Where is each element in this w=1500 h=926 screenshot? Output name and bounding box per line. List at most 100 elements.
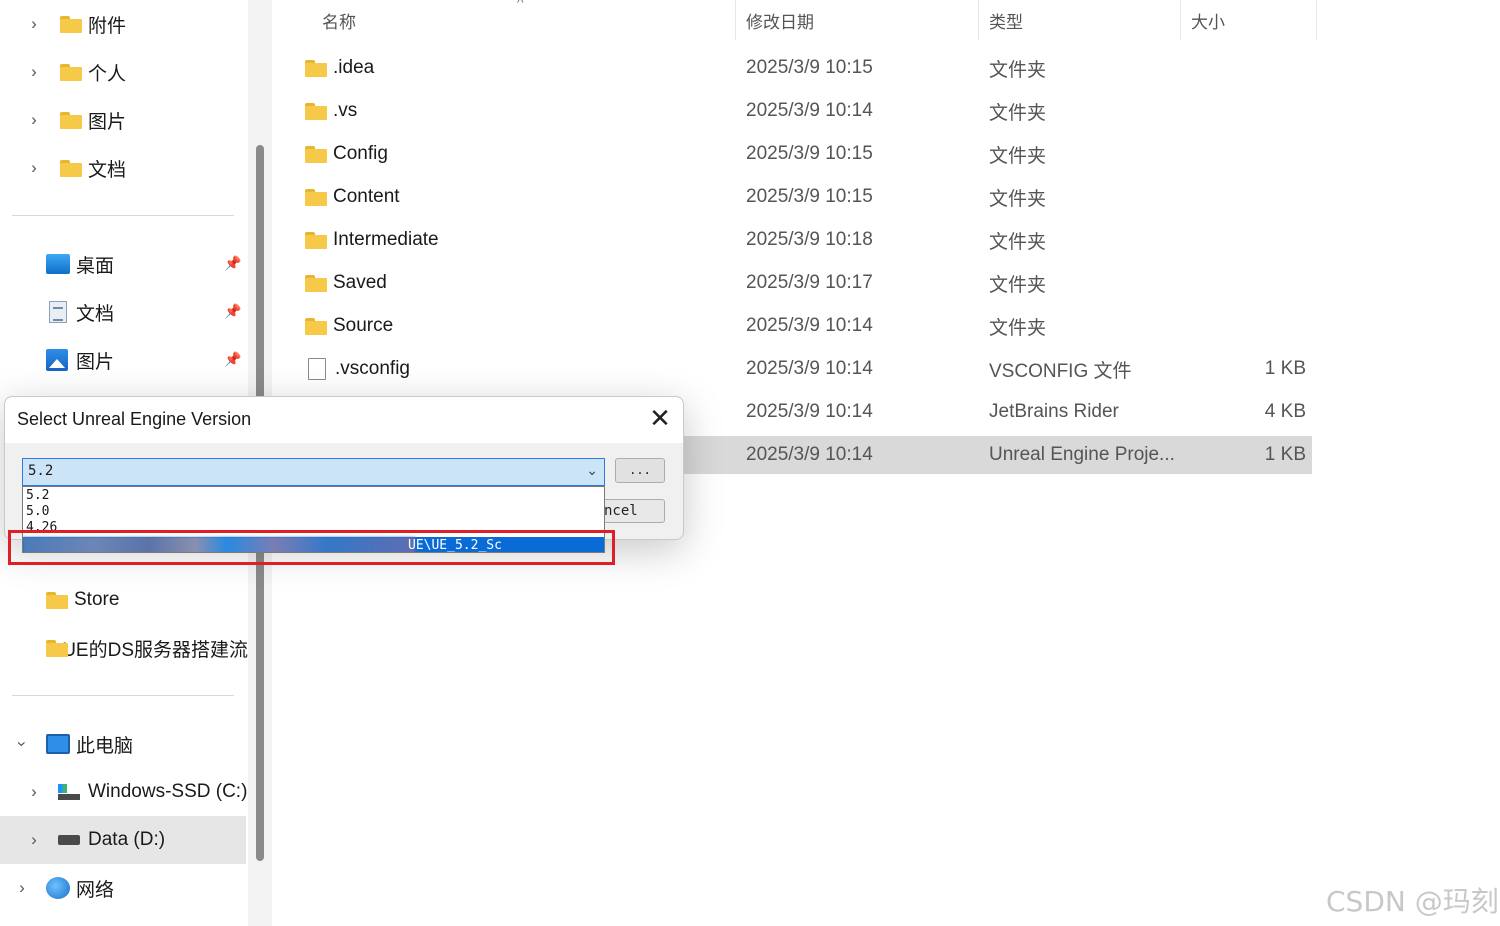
file-name-cell: Content <box>305 178 705 216</box>
dropdown-option[interactable]: 5.0 <box>26 504 49 519</box>
chevron-right-icon[interactable]: › <box>12 878 32 898</box>
cancel-button[interactable]: ncel <box>597 499 665 523</box>
file-date: 2025/3/9 10:14 <box>746 358 873 379</box>
nav-item-network[interactable]: › 网络 <box>8 868 248 908</box>
redacted-path-blur <box>23 537 415 552</box>
drive-icon <box>58 835 80 845</box>
chevron-right-icon[interactable]: › <box>24 158 44 178</box>
version-dropdown-list[interactable]: 5.2 5.0 4.26 UE\UE_5.2_Sc <box>22 486 605 553</box>
folder-icon <box>46 591 68 609</box>
file-type: VSCONFIG 文件 <box>989 360 1132 382</box>
column-divider[interactable] <box>1316 0 1317 40</box>
desktop-icon <box>46 254 70 274</box>
file-name: Intermediate <box>333 229 439 250</box>
dropdown-option[interactable]: 4.26 <box>26 520 57 535</box>
column-divider[interactable] <box>1180 0 1181 40</box>
chevron-right-icon[interactable]: › <box>24 62 44 82</box>
file-date: 2025/3/9 10:18 <box>746 229 873 250</box>
file-date: 2025/3/9 10:14 <box>746 100 873 121</box>
nav-item-label: 文档 <box>76 303 115 325</box>
file-row[interactable]: Config 2025/3/9 10:15 文件夹 <box>300 135 1312 173</box>
nav-item-label: Data (D:) <box>88 829 166 850</box>
column-header-date[interactable]: 修改日期 <box>746 0 814 40</box>
chevron-right-icon[interactable]: › <box>24 110 44 130</box>
file-date: 2025/3/9 10:14 <box>746 401 873 422</box>
file-name-cell: Saved <box>305 264 705 302</box>
nav-item-pictures[interactable]: 图片 <box>46 340 246 380</box>
nav-item-label: Windows-SSD (C:) <box>88 781 248 802</box>
file-type: 文件夹 <box>989 59 1047 81</box>
file-type: 文件夹 <box>989 102 1047 124</box>
column-divider[interactable] <box>978 0 979 40</box>
dropdown-option-selected[interactable]: UE\UE_5.2_Sc <box>23 537 604 552</box>
file-row[interactable]: Content 2025/3/9 10:15 文件夹 <box>300 178 1312 216</box>
pin-icon: 📌 <box>224 255 242 271</box>
file-type: Unreal Engine Proje... <box>989 444 1175 465</box>
nav-item-drive-c[interactable]: › Windows-SSD (C:) <box>20 772 248 812</box>
nav-item-documents-folder[interactable]: › 文档 <box>20 148 245 188</box>
file-row[interactable]: .idea 2025/3/9 10:15 文件夹 <box>300 49 1312 87</box>
file-row[interactable]: Saved 2025/3/9 10:17 文件夹 <box>300 264 1312 302</box>
browse-button[interactable]: ... <box>615 458 665 483</box>
nav-item-pictures-folder[interactable]: › 图片 <box>20 100 245 140</box>
combobox-value: 5.2 <box>28 463 54 479</box>
nav-item-label: 图片 <box>88 111 127 133</box>
folder-icon <box>46 639 69 657</box>
chevron-down-icon[interactable]: › <box>12 734 32 754</box>
pictures-icon <box>46 349 68 371</box>
file-size: 1 KB <box>1264 444 1306 465</box>
file-name-cell: Intermediate <box>305 221 705 259</box>
column-header-type[interactable]: 类型 <box>989 0 1023 40</box>
sort-ascending-icon: ^ <box>517 0 524 10</box>
file-row[interactable]: .vsconfig 2025/3/9 10:14 VSCONFIG 文件 1 KB <box>300 350 1312 388</box>
column-header-name[interactable]: 名称 <box>322 0 356 40</box>
chevron-right-icon[interactable]: › <box>24 830 44 850</box>
chevron-right-icon[interactable]: › <box>24 782 44 802</box>
file-date: 2025/3/9 10:15 <box>746 57 873 78</box>
folder-icon <box>305 145 327 163</box>
file-size <box>1200 264 1306 302</box>
file-date: 2025/3/9 10:15 <box>746 143 873 164</box>
chevron-right-icon[interactable]: › <box>24 14 44 34</box>
file-name: Saved <box>333 272 387 293</box>
nav-item-this-pc[interactable]: › 此电脑 <box>8 724 248 764</box>
nav-item-store[interactable]: Store <box>46 580 246 620</box>
nav-item-attachments[interactable]: › 附件 <box>20 4 245 44</box>
folder-icon <box>60 111 82 129</box>
folder-icon <box>305 231 327 249</box>
nav-item-label: 此电脑 <box>76 735 134 757</box>
file-name-cell: Source <box>305 307 705 345</box>
file-name-cell: .idea <box>305 49 705 87</box>
dialog-titlebar[interactable]: Select Unreal Engine Version ✕ <box>5 397 683 443</box>
watermark: CSDN @玛刻 <box>1326 885 1499 918</box>
file-row[interactable]: Intermediate 2025/3/9 10:18 文件夹 <box>300 221 1312 259</box>
file-row[interactable]: .vs 2025/3/9 10:14 文件夹 <box>300 92 1312 130</box>
file-date: 2025/3/9 10:14 <box>746 444 873 465</box>
nav-item-documents[interactable]: 文档 <box>46 292 246 332</box>
nav-item-personal[interactable]: › 个人 <box>20 52 245 92</box>
pin-icon: 📌 <box>224 351 242 367</box>
folder-icon <box>60 63 82 81</box>
column-divider[interactable] <box>735 0 736 40</box>
close-icon[interactable]: ✕ <box>647 405 673 432</box>
file-date: 2025/3/9 10:14 <box>746 315 873 336</box>
nav-item-drive-d[interactable]: › Data (D:) <box>0 816 246 864</box>
nav-item-desktop[interactable]: 桌面 <box>46 244 246 284</box>
folder-icon <box>60 15 82 33</box>
folder-icon <box>305 59 327 77</box>
file-date: 2025/3/9 10:17 <box>746 272 873 293</box>
file-row[interactable]: Source 2025/3/9 10:14 文件夹 <box>300 307 1312 345</box>
engine-version-combobox[interactable]: 5.2 ⌄ <box>22 458 605 486</box>
file-size: 4 KB <box>1264 401 1306 422</box>
file-name-cell: .vs <box>305 92 705 130</box>
chevron-down-icon[interactable]: ⌄ <box>586 462 598 479</box>
nav-item-label: 网络 <box>76 879 115 901</box>
nav-item-label: 附件 <box>88 15 127 37</box>
column-header-size[interactable]: 大小 <box>1191 0 1225 40</box>
windows-drive-icon <box>58 784 80 800</box>
file-type: 文件夹 <box>989 317 1047 339</box>
dropdown-option[interactable]: 5.2 <box>26 488 49 503</box>
nav-item-ue-ds[interactable]: UE的DS服务器搭建流 <box>46 628 248 668</box>
file-name: .vs <box>333 100 358 121</box>
file-name: .idea <box>333 57 375 78</box>
